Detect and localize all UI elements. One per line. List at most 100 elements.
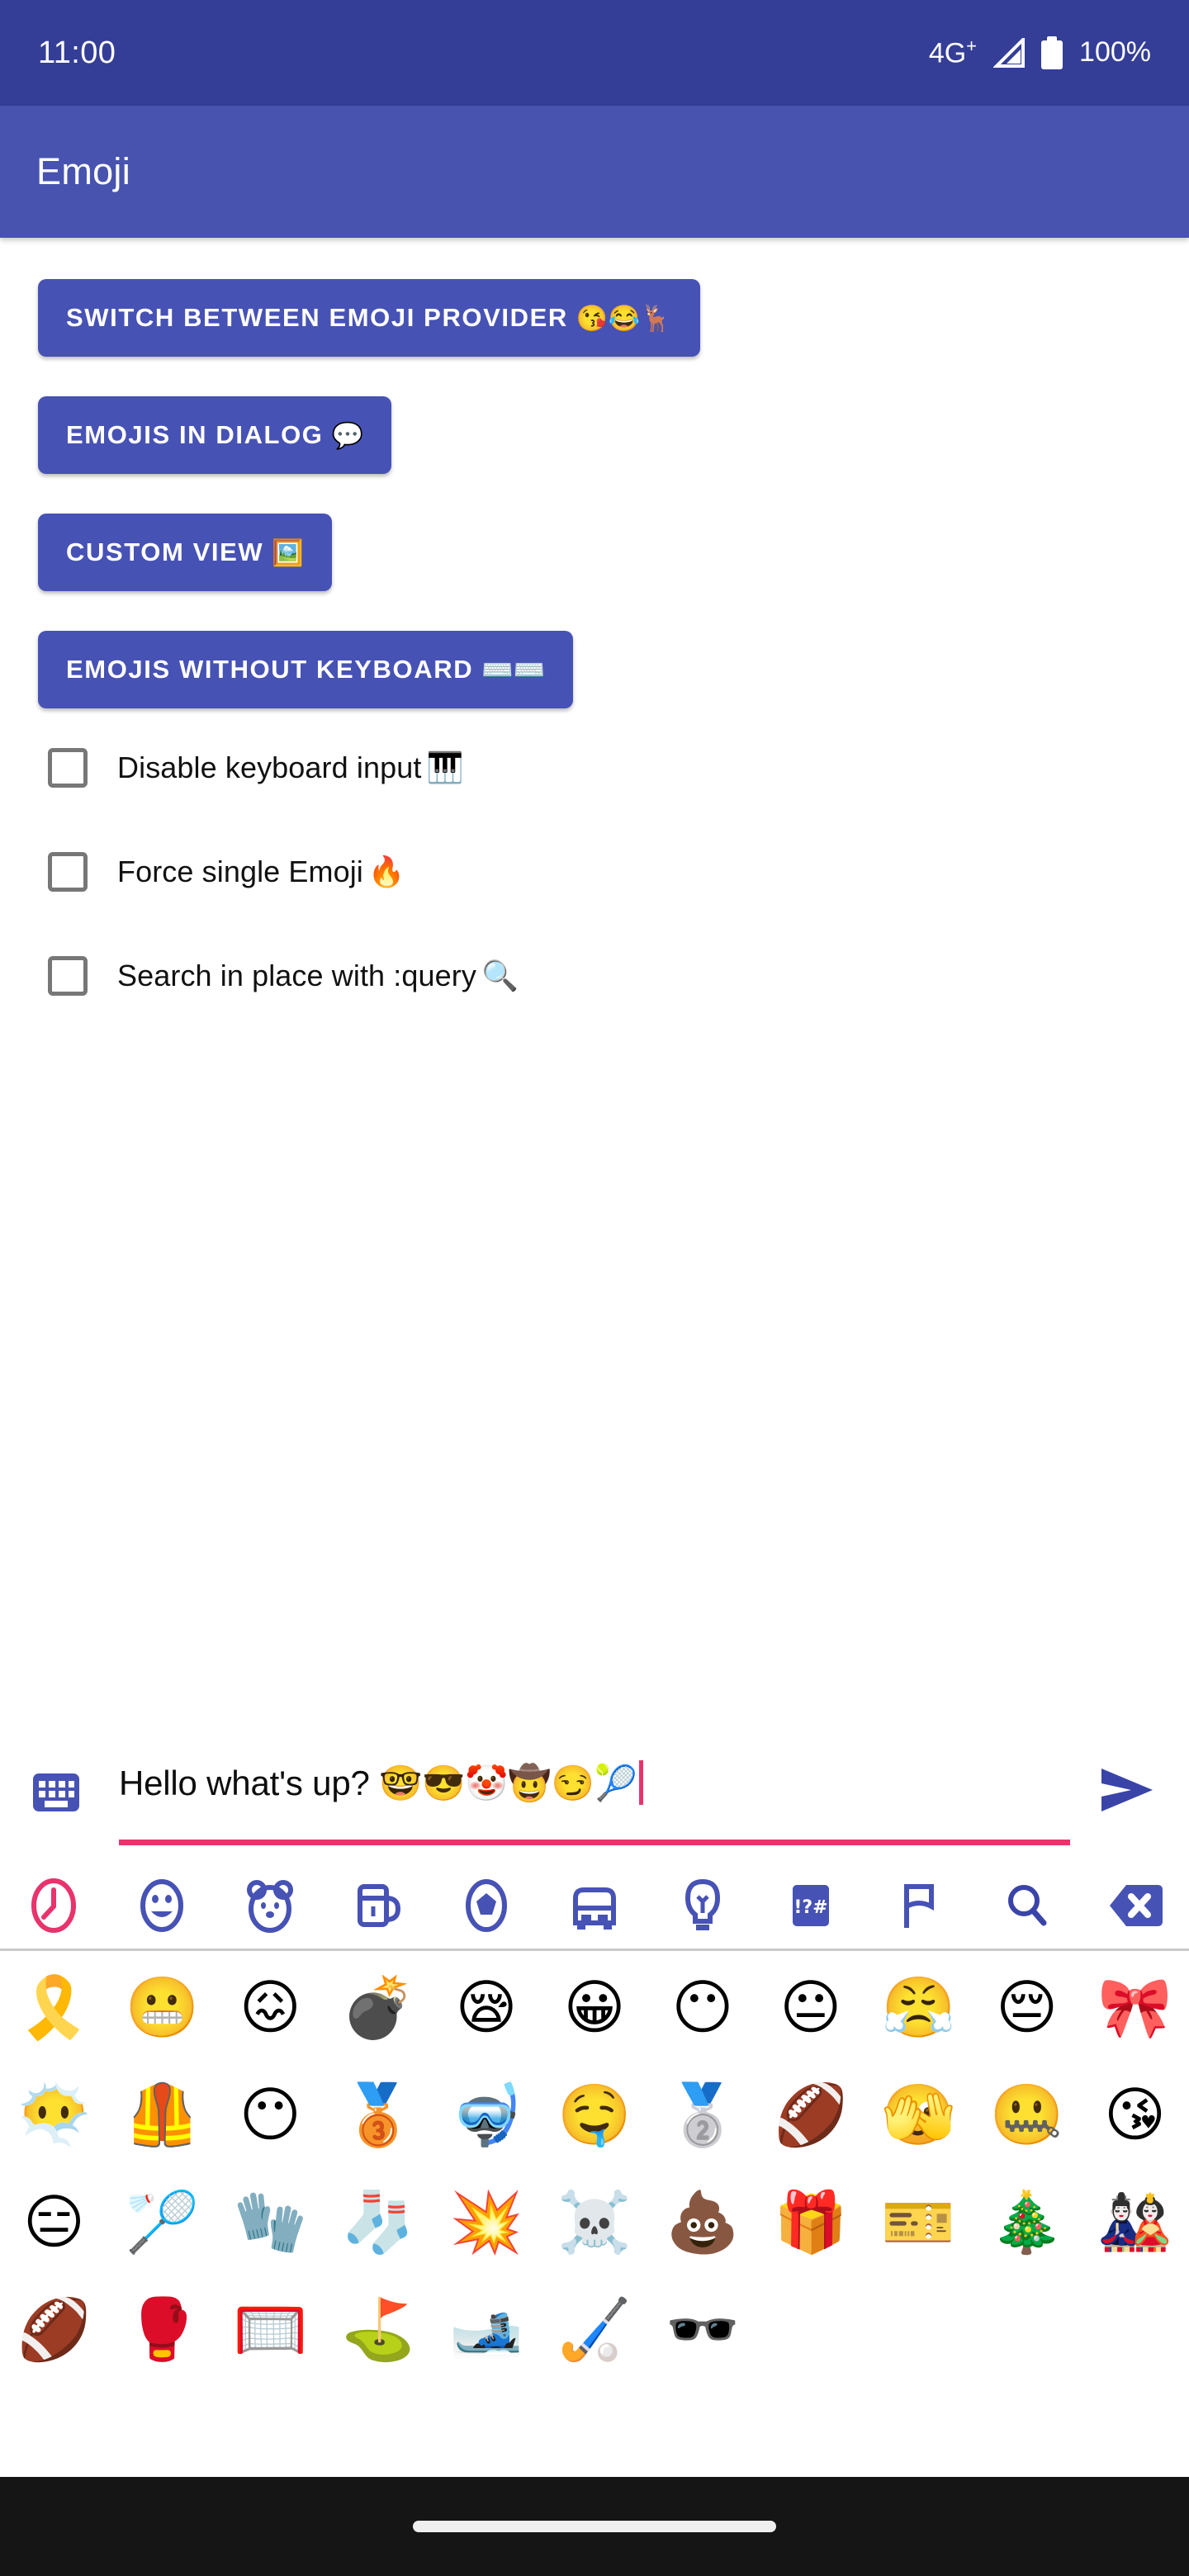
emoji-grid[interactable]: 🎗️ 😬 😖 💣 😪 😀 😶 😐 😤 😔 🎀 😶‍🌫️ 🦺 😶 🥉 🤿 🤤 🥈 … [0, 1953, 1189, 2436]
fire-icon: 🔥 [367, 855, 405, 888]
battery-percent-label: 100% [1079, 36, 1151, 69]
button-emoji: 😘😂🦌 [576, 303, 672, 333]
tab-symbols[interactable]: !?# [756, 1861, 865, 1950]
tab-search[interactable] [973, 1861, 1081, 1950]
emoji-item[interactable]: 🎀 [1081, 1953, 1189, 2061]
emoji-item[interactable]: 😀 [541, 1953, 649, 2061]
emoji-item[interactable]: 😤 [865, 1953, 973, 2061]
emojis-in-dialog-button[interactable]: EMOJIS IN DIALOG 💬 [38, 396, 392, 474]
send-icon[interactable] [1098, 1765, 1156, 1815]
message-input-row: Hello what's up? 🤓😎🤡🤠😏🎾 [0, 1750, 1189, 1858]
app-bar: Emoji [0, 106, 1189, 238]
tab-flags[interactable] [865, 1861, 973, 1950]
emoji-item[interactable]: 🥉 [324, 2061, 433, 2168]
emoji-row: 🎗️ 😬 😖 💣 😪 😀 😶 😐 😤 😔 🎀 [0, 1953, 1189, 2061]
checkbox-box[interactable] [48, 748, 88, 788]
tab-smileys[interactable] [108, 1861, 216, 1950]
search-in-place-checkbox[interactable]: Search in place with :query 🔍 [48, 956, 1151, 996]
disable-keyboard-input-checkbox[interactable]: Disable keyboard input 🎹 [48, 748, 1151, 788]
emoji-row: 😶‍🌫️ 🦺 😶 🥉 🤿 🤤 🥈 🏈 🫣 🤐 😘 [0, 2061, 1189, 2168]
emoji-item[interactable]: 🎄 [973, 2168, 1081, 2275]
emoji-item[interactable]: 🏈 [0, 2275, 108, 2383]
signal-triangle-icon [993, 37, 1026, 68]
svg-text:!?#: !?# [793, 1897, 827, 1918]
magnifier-icon: 🔍 [481, 959, 519, 992]
checkbox-box[interactable] [48, 956, 88, 996]
tab-animals[interactable] [216, 1861, 324, 1950]
piano-icon: 🎹 [426, 751, 464, 784]
emoji-row: 🏈 🥊 🥅 ⛳ 🎿 🏑 🕶️ [0, 2275, 1189, 2383]
emoji-item[interactable]: 🦺 [108, 2061, 216, 2168]
emoji-item[interactable]: 🎁 [756, 2168, 865, 2275]
tab-food[interactable] [324, 1861, 433, 1950]
tab-sports[interactable] [433, 1861, 541, 1950]
checkbox-box[interactable] [48, 852, 88, 892]
emoji-item[interactable]: 🫣 [865, 2061, 973, 2168]
button-emoji: ⌨️⌨️ [481, 655, 546, 684]
emoji-category-tabs: !?# [0, 1862, 1189, 1951]
emoji-item[interactable]: 😘 [1081, 2061, 1189, 2168]
emoji-item[interactable]: 🎫 [865, 2168, 973, 2275]
tab-objects[interactable] [648, 1861, 756, 1950]
field-underline [119, 1840, 1070, 1845]
emoji-item[interactable]: 💣 [324, 1953, 433, 2061]
text-caret [638, 1760, 643, 1805]
button-emoji: 🖼️ [272, 537, 304, 567]
emoji-item[interactable]: 🏑 [541, 2275, 649, 2383]
emoji-item[interactable]: 💩 [648, 2168, 756, 2275]
phone-screen: 11:00 4G+ 100% Emoji SWITCH BETWEEN EMOJ [0, 0, 1189, 2576]
button-label: EMOJIS IN DIALOG [66, 420, 324, 449]
page-title: Emoji [36, 150, 131, 192]
tab-travel[interactable] [541, 1861, 649, 1950]
checkbox-label: Force single Emoji 🔥 [117, 855, 405, 888]
emoji-item[interactable]: 😖 [216, 1953, 324, 2061]
force-single-emoji-checkbox[interactable]: Force single Emoji 🔥 [48, 852, 1151, 892]
home-pill-indicator[interactable] [413, 2521, 776, 2532]
checkbox-label: Disable keyboard input 🎹 [117, 751, 464, 784]
keyboard-icon[interactable] [33, 1773, 79, 1811]
emoji-item[interactable]: ⛳ [324, 2275, 433, 2383]
emoji-item[interactable]: 🥈 [648, 2061, 756, 2168]
button-label: CUSTOM VIEW [66, 537, 264, 566]
status-indicators: 4G+ 100% [929, 36, 1151, 69]
network-type-label: 4G+ [928, 36, 978, 69]
message-text-value: Hello what's up? 🤓😎🤡🤠😏🎾 [119, 1764, 637, 1802]
battery-full-icon [1041, 36, 1063, 69]
emoji-item[interactable]: 💥 [433, 2168, 541, 2275]
emoji-item[interactable]: ☠️ [541, 2168, 649, 2275]
tab-backspace[interactable] [1081, 1861, 1189, 1950]
status-clock: 11:00 [38, 35, 116, 70]
checkbox-label: Search in place with :query 🔍 [117, 959, 519, 992]
emoji-item[interactable]: 😪 [433, 1953, 541, 2061]
emoji-item[interactable]: 😶‍🌫️ [0, 2061, 108, 2168]
emoji-item[interactable]: 😶 [648, 1953, 756, 2061]
custom-view-button[interactable]: CUSTOM VIEW 🖼️ [38, 514, 332, 591]
emoji-item[interactable]: 🏸 [108, 2168, 216, 2275]
button-label: EMOJIS WITHOUT KEYBOARD [66, 655, 474, 684]
button-label: SWITCH BETWEEN EMOJI PROVIDER [66, 303, 568, 332]
button-emoji: 💬 [331, 420, 364, 450]
emoji-item[interactable]: 🎗️ [0, 1953, 108, 2061]
emoji-item[interactable]: 🥅 [216, 2275, 324, 2383]
emoji-item[interactable]: 😬 [108, 1953, 216, 2061]
emoji-item[interactable]: 🥊 [108, 2275, 216, 2383]
emoji-item[interactable]: 🕶️ [648, 2275, 756, 2383]
emoji-item[interactable]: 🤐 [973, 2061, 1081, 2168]
emoji-item[interactable]: 😶 [216, 2061, 324, 2168]
emoji-item[interactable]: 😑 [0, 2168, 108, 2275]
message-text-field[interactable]: Hello what's up? 🤓😎🤡🤠😏🎾 [119, 1750, 1070, 1845]
emojis-without-keyboard-button[interactable]: EMOJIS WITHOUT KEYBOARD ⌨️⌨️ [38, 631, 574, 708]
emoji-item[interactable]: 😔 [973, 1953, 1081, 2061]
status-bar: 11:00 4G+ 100% [0, 0, 1189, 106]
emoji-item[interactable]: 😐 [756, 1953, 865, 2061]
emoji-item[interactable]: 🏈 [756, 2061, 865, 2168]
emoji-item[interactable]: 🤿 [433, 2061, 541, 2168]
emoji-item[interactable]: 🧤 [216, 2168, 324, 2275]
tab-recent[interactable] [0, 1861, 108, 1950]
emoji-item[interactable]: 🎿 [433, 2275, 541, 2383]
emoji-item[interactable]: 🧦 [324, 2168, 433, 2275]
emoji-row: 😑 🏸 🧤 🧦 💥 ☠️ 💩 🎁 🎫 🎄 🎎 [0, 2168, 1189, 2275]
emoji-item[interactable]: 🎎 [1081, 2168, 1189, 2275]
emoji-item[interactable]: 🤤 [541, 2061, 649, 2168]
switch-between-emoji-provider-button[interactable]: SWITCH BETWEEN EMOJI PROVIDER 😘😂🦌 [38, 279, 700, 357]
